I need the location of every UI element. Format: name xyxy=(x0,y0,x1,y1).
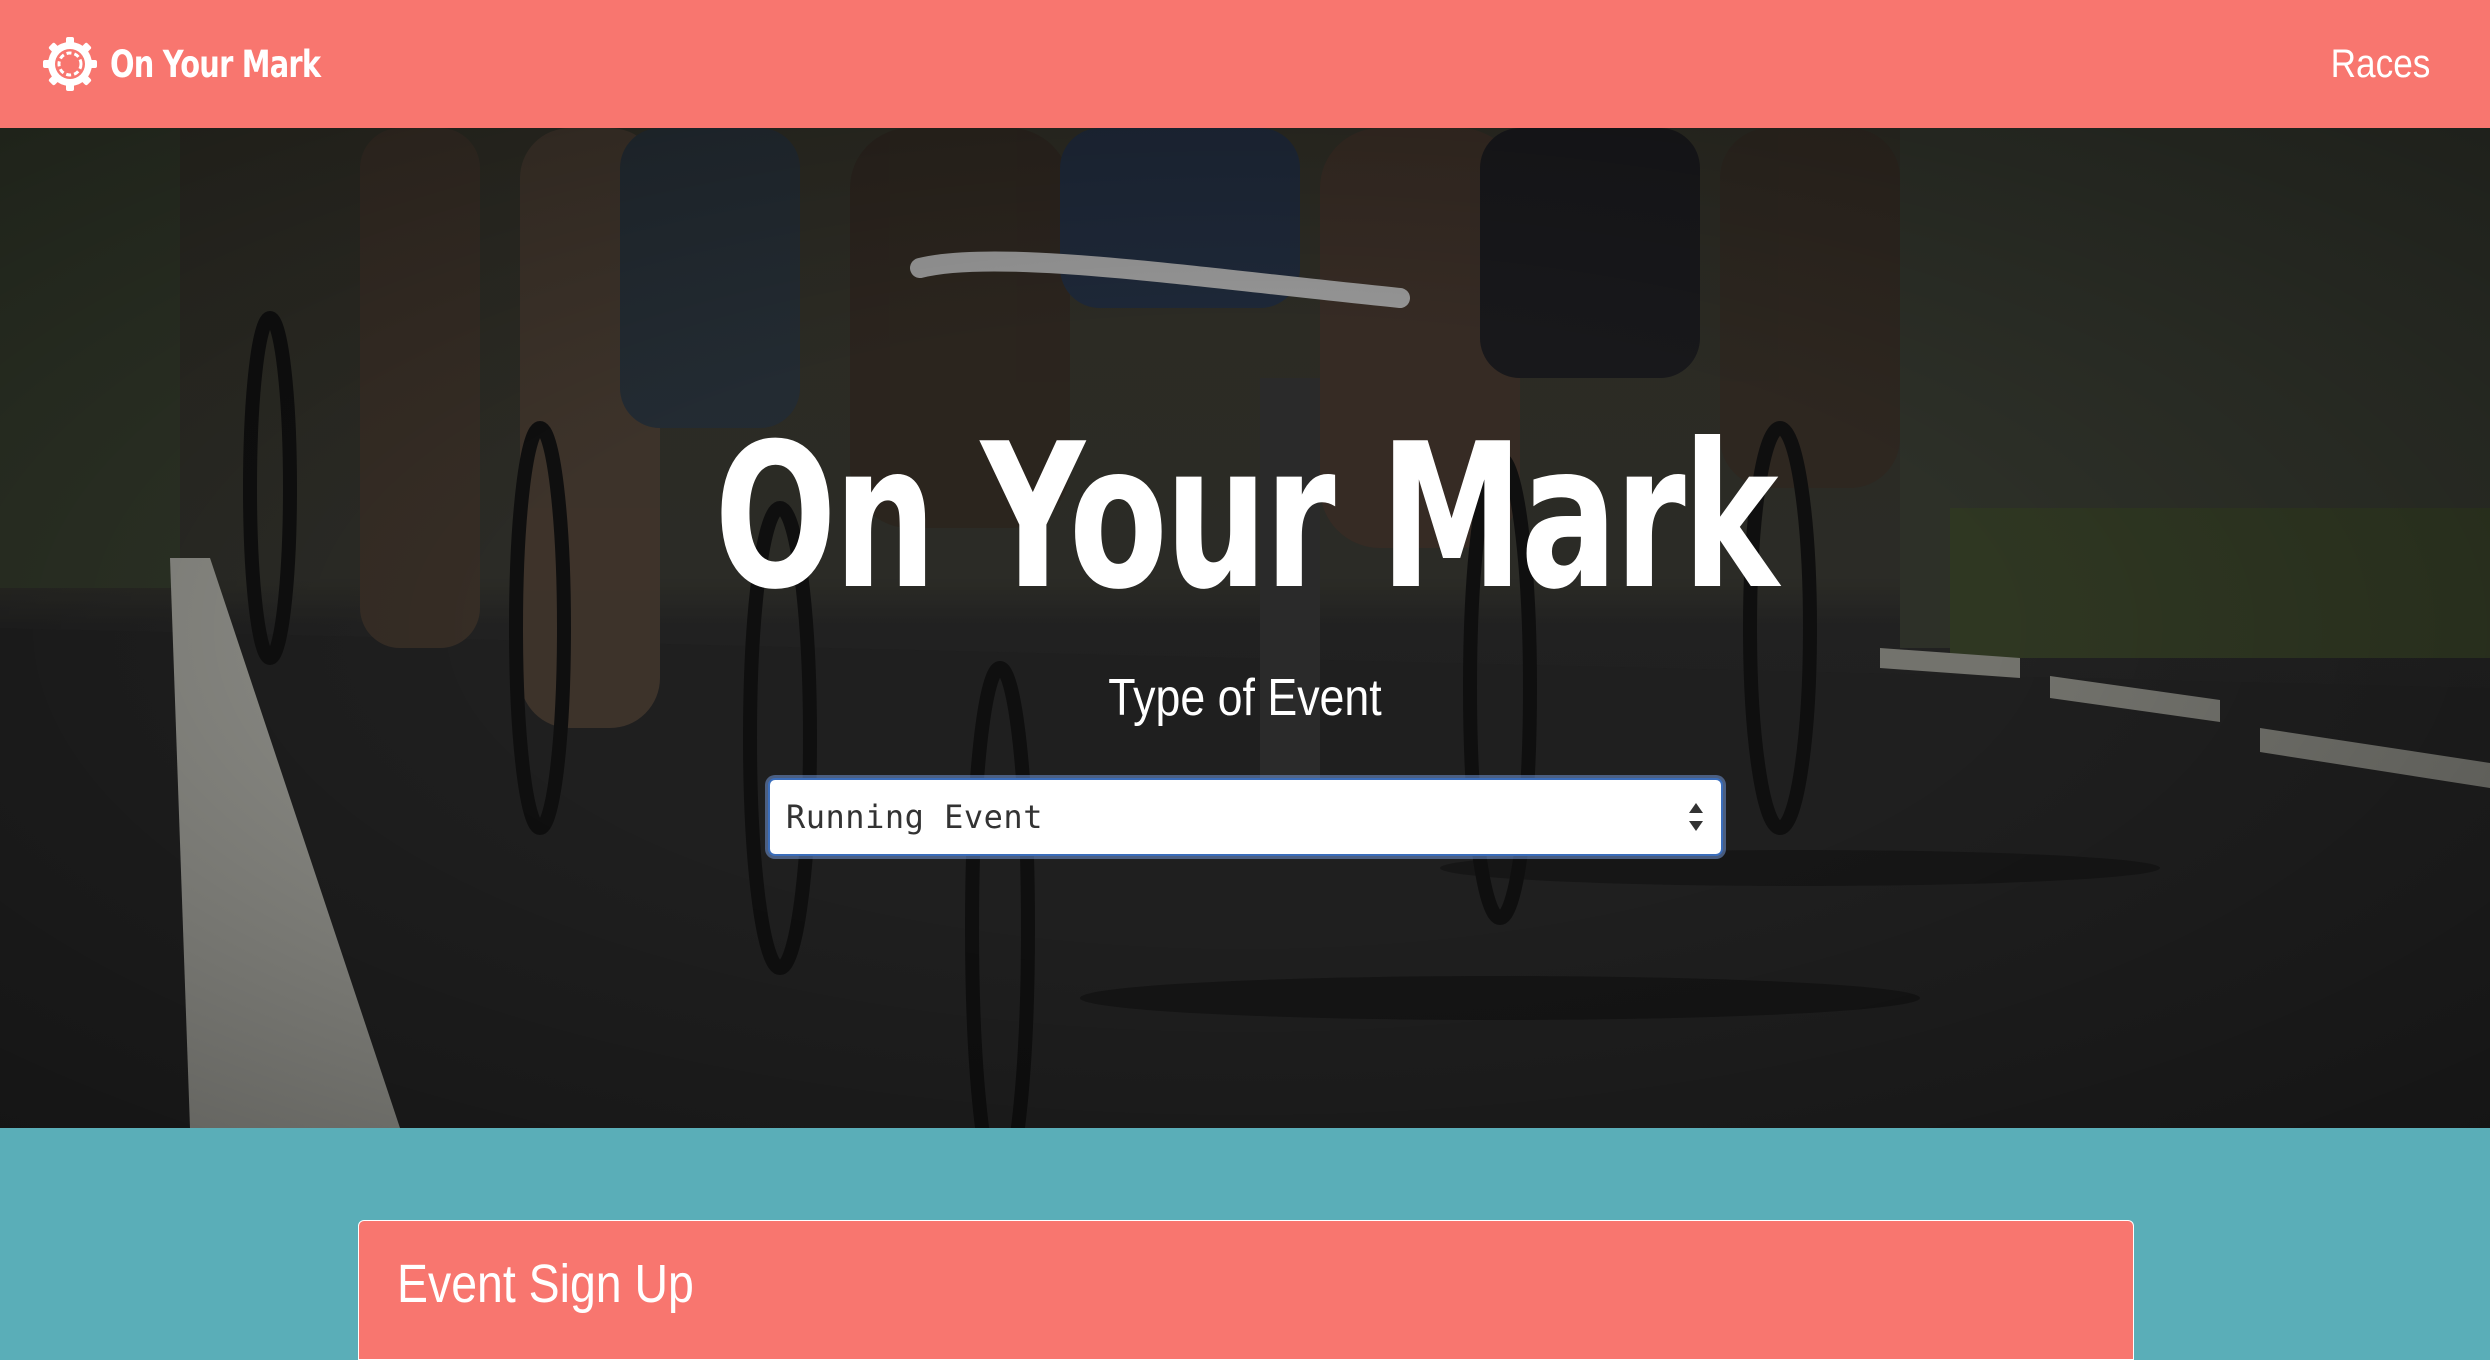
brand-name: On Your Mark xyxy=(110,42,321,86)
event-type-label: Type of Event xyxy=(1108,669,1382,727)
brand-link[interactable]: On Your Mark xyxy=(40,34,380,94)
event-type-select-value: Running Event xyxy=(786,798,1043,836)
hero-section: On Your Mark Type of Event Running Event xyxy=(0,128,2490,1128)
nav-link-races[interactable]: Races xyxy=(2330,42,2430,87)
navbar: On Your Mark Races xyxy=(0,0,2490,128)
signup-section: Event Sign Up xyxy=(0,1128,2490,1360)
hero-content: On Your Mark Type of Event Running Event xyxy=(0,128,2490,1128)
event-signup-title: Event Sign Up xyxy=(397,1254,694,1314)
gear-icon xyxy=(43,37,97,91)
select-arrows-icon xyxy=(1689,803,1703,831)
event-type-select[interactable]: Running Event xyxy=(768,778,1723,856)
hero-title: On Your Mark xyxy=(714,401,1778,634)
event-signup-card: Event Sign Up xyxy=(358,1220,2134,1360)
